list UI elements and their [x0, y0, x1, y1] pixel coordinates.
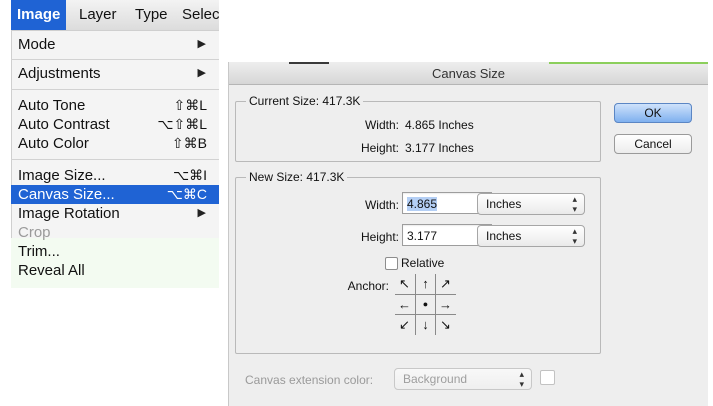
anchor-right-icon[interactable]: → [436, 295, 455, 314]
select-updown-icon: ▴ ▾ [519, 369, 524, 389]
submenu-arrow-icon: ▶ [197, 38, 206, 50]
menu-separator [11, 59, 219, 60]
anchor-top-icon[interactable]: ↑ [416, 274, 435, 293]
dialog-title-bar[interactable]: Canvas Size [229, 62, 708, 85]
submenu-arrow-icon: ▶ [197, 207, 206, 219]
width-unit-select[interactable]: Inches ▴ ▾ [477, 193, 585, 215]
height-input-value: 3.177 [407, 229, 438, 243]
menu-item-label: Image Size... [18, 167, 106, 184]
anchor-center-icon[interactable]: ● [416, 295, 435, 314]
width-unit-value: Inches [486, 197, 522, 211]
menu-layer[interactable]: Layer [79, 0, 117, 30]
image-menu-dropdown: Mode ▶ Adjustments ▶ Auto Tone ⇧⌘L Auto … [11, 30, 219, 288]
menu-image[interactable]: Image [11, 0, 67, 30]
submenu-arrow-icon: ▶ [197, 67, 206, 79]
menu-item-label: Adjustments [18, 65, 101, 82]
menu-select[interactable]: Selec [182, 0, 219, 30]
menu-item-label: Canvas Size... [18, 186, 115, 203]
current-height-value: 3.177 Inches [405, 141, 474, 155]
menu-item-crop: Crop [11, 223, 219, 242]
current-width-value: 4.865 Inches [405, 118, 474, 132]
current-size-legend: Current Size: 417.3K [249, 94, 361, 108]
select-updown-icon: ▴ ▾ [572, 194, 577, 214]
menu-item-image-rotation[interactable]: Image Rotation ▶ [11, 204, 219, 223]
anchor-top-right-icon[interactable]: ↗ [436, 274, 455, 293]
width-input-value: 4.865 [407, 197, 438, 211]
titlebar-accent-green [549, 62, 708, 64]
relative-label: Relative [401, 256, 445, 270]
canvas-size-dialog: Canvas Size Current Size: 417.3K Width: … [228, 62, 708, 406]
menu-bar: Image Layer Type Selec [11, 0, 219, 30]
anchor-top-left-icon[interactable]: ↖ [395, 274, 414, 293]
height-unit-select[interactable]: Inches ▴ ▾ [477, 225, 585, 247]
select-updown-icon: ▴ ▾ [572, 226, 577, 246]
menu-item-mode[interactable]: Mode ▶ [11, 35, 219, 54]
cancel-button[interactable]: Cancel [614, 134, 692, 154]
menu-item-auto-color[interactable]: Auto Color ⇧⌘B [11, 134, 219, 153]
menu-item-label: Auto Color [18, 135, 89, 152]
ok-button[interactable]: OK [614, 103, 692, 123]
anchor-grid: ↖ ↑ ↗ ← ● → ↙ ↓ ↘ [395, 274, 456, 335]
menu-item-label: Trim... [18, 243, 60, 260]
menu-item-canvas-size[interactable]: Canvas Size... ⌥⌘C [11, 185, 219, 204]
anchor-bottom-left-icon[interactable]: ↙ [395, 315, 414, 334]
anchor-bottom-icon[interactable]: ↓ [416, 315, 435, 334]
menu-separator [11, 89, 219, 90]
new-size-legend: New Size: 417.3K [249, 170, 345, 184]
anchor-label: Anchor: [347, 279, 389, 293]
extension-color-label: Canvas extension color: [245, 373, 374, 387]
menu-item-shortcut: ⌥⌘I [172, 167, 207, 183]
new-height-label: Height: [360, 230, 399, 244]
menu-type[interactable]: Type [135, 0, 168, 30]
menu-item-label: Crop [18, 224, 51, 241]
menu-item-adjustments[interactable]: Adjustments ▶ [11, 64, 219, 83]
menu-item-image-size[interactable]: Image Size... ⌥⌘I [11, 166, 219, 185]
menu-item-shortcut: ⇧⌘L [173, 97, 207, 113]
menu-item-trim[interactable]: Trim... [11, 242, 219, 261]
menu-item-label: Auto Tone [18, 97, 86, 114]
menu-item-label: Mode [18, 36, 56, 53]
current-width-label: Width: [364, 118, 399, 132]
new-width-label: Width: [364, 198, 399, 212]
menu-item-shortcut: ⇧⌘B [171, 135, 207, 151]
extension-color-swatch [540, 370, 555, 385]
dialog-title: Canvas Size [432, 66, 505, 81]
menu-item-shortcut: ⌥⇧⌘L [157, 116, 207, 132]
extension-color-value: Background [403, 372, 468, 386]
menu-item-label: Auto Contrast [18, 116, 110, 133]
anchor-bottom-right-icon[interactable]: ↘ [436, 315, 455, 334]
menu-item-auto-contrast[interactable]: Auto Contrast ⌥⇧⌘L [11, 115, 219, 134]
menu-item-reveal-all[interactable]: Reveal All [11, 261, 219, 280]
menu-separator [11, 159, 219, 160]
height-unit-value: Inches [486, 229, 522, 243]
current-height-label: Height: [360, 141, 399, 155]
menu-item-shortcut: ⌥⌘C [166, 186, 207, 202]
relative-checkbox[interactable] [385, 257, 398, 270]
menu-item-auto-tone[interactable]: Auto Tone ⇧⌘L [11, 96, 219, 115]
titlebar-accent [289, 62, 329, 64]
menu-item-label: Image Rotation [18, 205, 120, 222]
menu-item-label: Reveal All [18, 262, 85, 279]
anchor-left-icon[interactable]: ← [395, 295, 414, 314]
extension-color-select: Background ▴ ▾ [394, 368, 532, 390]
